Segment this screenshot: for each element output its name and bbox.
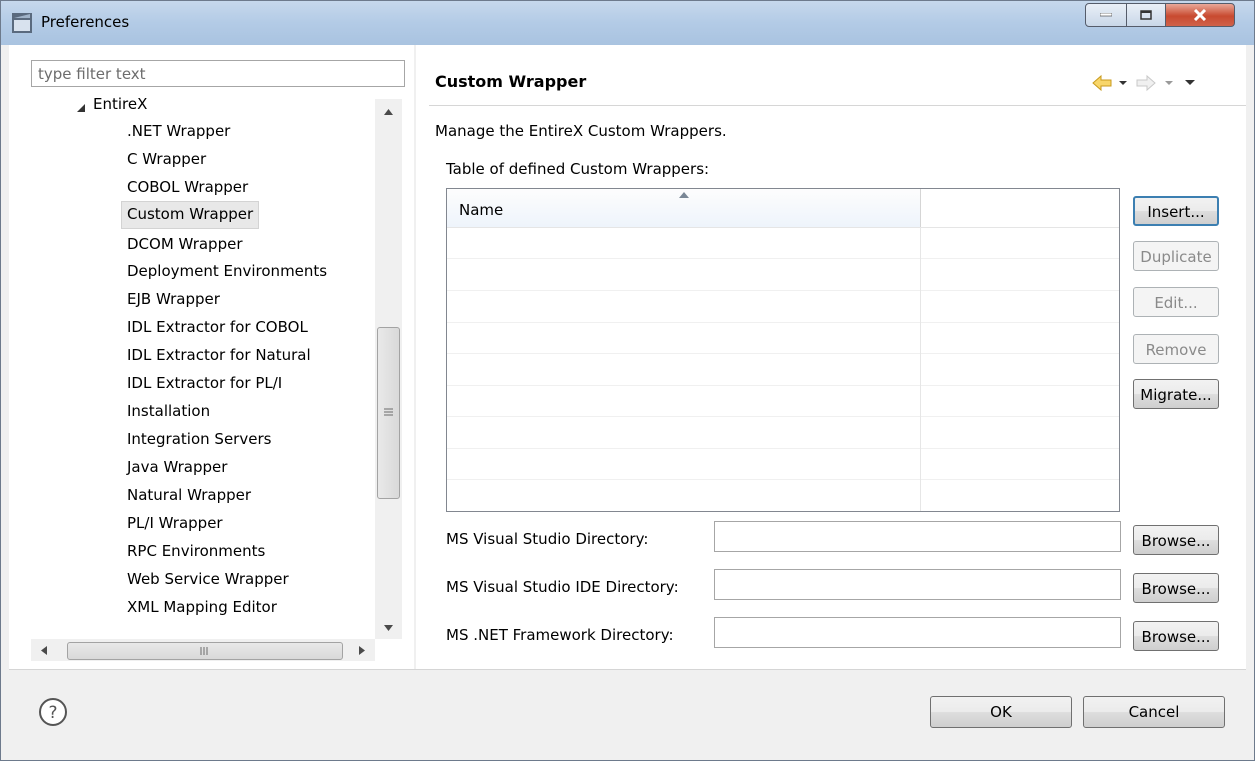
ms-visual-studio-directory-field[interactable] bbox=[714, 521, 1121, 552]
grip-icon bbox=[384, 408, 393, 416]
table-row bbox=[447, 322, 1119, 354]
ms-visual-studio-directory-label: MS Visual Studio Directory: bbox=[446, 530, 649, 548]
custom-wrappers-table[interactable]: Name bbox=[446, 188, 1120, 512]
horizontal-scroll-thumb[interactable] bbox=[67, 642, 343, 660]
page-description: Manage the EntireX Custom Wrappers. bbox=[435, 122, 727, 140]
scroll-up-arrow-icon[interactable] bbox=[384, 109, 393, 115]
ms-dotnet-framework-directory-field[interactable] bbox=[714, 617, 1121, 648]
column-header-name[interactable]: Name bbox=[447, 189, 921, 227]
tree-item-deployment-environments[interactable]: Deployment Environments bbox=[127, 258, 327, 284]
table-row bbox=[447, 385, 1119, 417]
maximize-icon bbox=[1140, 10, 1152, 20]
ms-visual-studio-ide-directory-field[interactable] bbox=[714, 569, 1121, 600]
tree-item-cobol-wrapper[interactable]: COBOL Wrapper bbox=[127, 174, 248, 200]
pane-divider[interactable] bbox=[414, 45, 416, 669]
ms-visual-studio-ide-directory-label: MS Visual Studio IDE Directory: bbox=[446, 578, 679, 596]
grip-icon bbox=[200, 647, 208, 655]
tree-item-custom-wrapper[interactable]: Custom Wrapper bbox=[121, 201, 260, 229]
table-row bbox=[447, 354, 1119, 386]
view-menu-icon[interactable] bbox=[1185, 80, 1195, 85]
page-title: Custom Wrapper bbox=[435, 72, 587, 91]
table-row bbox=[447, 417, 1119, 449]
page-navigation bbox=[1092, 74, 1195, 92]
table-row bbox=[447, 448, 1119, 480]
footer-separator bbox=[9, 669, 1246, 670]
scroll-left-arrow-icon[interactable] bbox=[41, 646, 47, 655]
preferences-window: Preferences EntireX .NET Wrapper C Wrapp… bbox=[0, 0, 1255, 761]
preferences-tree: EntireX .NET Wrapper C Wrapper COBOL Wra… bbox=[31, 91, 409, 665]
browse-visual-studio-ide-button[interactable]: Browse... bbox=[1133, 573, 1219, 603]
ok-button[interactable]: OK bbox=[930, 696, 1072, 728]
duplicate-button[interactable]: Duplicate bbox=[1133, 241, 1219, 271]
tree-item-xml-mapping-editor[interactable]: XML Mapping Editor bbox=[127, 594, 277, 620]
preferences-app-icon bbox=[12, 13, 32, 33]
tree-item-idl-extractor-natural[interactable]: IDL Extractor for Natural bbox=[127, 342, 311, 368]
table-row bbox=[447, 291, 1119, 323]
tree-item-natural-wrapper[interactable]: Natural Wrapper bbox=[127, 482, 251, 508]
tree-item-idl-extractor-cobol[interactable]: IDL Extractor for COBOL bbox=[127, 314, 308, 340]
expand-triangle-icon[interactable] bbox=[77, 104, 85, 112]
table-label: Table of defined Custom Wrappers: bbox=[446, 160, 710, 178]
tree-horizontal-scrollbar[interactable] bbox=[31, 639, 375, 661]
tree-vertical-scrollbar[interactable] bbox=[375, 99, 402, 639]
sort-ascending-icon bbox=[679, 192, 689, 198]
title-bar[interactable]: Preferences bbox=[1, 1, 1254, 45]
tree-item-pli-wrapper[interactable]: PL/I Wrapper bbox=[127, 510, 223, 536]
remove-button[interactable]: Remove bbox=[1133, 334, 1219, 364]
close-icon bbox=[1193, 9, 1207, 21]
svg-text:?: ? bbox=[48, 703, 57, 723]
close-button[interactable] bbox=[1165, 3, 1235, 27]
tree-item-java-wrapper[interactable]: Java Wrapper bbox=[127, 454, 227, 480]
tree-item-c-wrapper[interactable]: C Wrapper bbox=[127, 146, 206, 172]
insert-button[interactable]: Insert... bbox=[1133, 196, 1219, 226]
tree-item-entirex[interactable]: EntireX bbox=[93, 91, 147, 117]
tree-item-dotnet-wrapper[interactable]: .NET Wrapper bbox=[127, 118, 230, 144]
scroll-down-arrow-icon[interactable] bbox=[384, 625, 393, 631]
tree-item-rpc-environments[interactable]: RPC Environments bbox=[127, 538, 265, 564]
column-header-name-label: Name bbox=[459, 201, 504, 219]
tree-item-web-service-wrapper[interactable]: Web Service Wrapper bbox=[127, 566, 289, 592]
browse-dotnet-framework-button[interactable]: Browse... bbox=[1133, 621, 1219, 651]
table-row bbox=[447, 259, 1119, 291]
browse-visual-studio-button[interactable]: Browse... bbox=[1133, 525, 1219, 555]
table-row bbox=[447, 227, 1119, 259]
cancel-button[interactable]: Cancel bbox=[1083, 696, 1225, 728]
scroll-right-arrow-icon[interactable] bbox=[359, 646, 365, 655]
back-history-dropdown-icon[interactable] bbox=[1119, 81, 1127, 85]
minimize-button[interactable] bbox=[1085, 3, 1127, 27]
back-arrow-icon[interactable] bbox=[1092, 74, 1112, 92]
tree-item-ejb-wrapper[interactable]: EJB Wrapper bbox=[127, 286, 220, 312]
help-icon[interactable]: ? bbox=[38, 697, 68, 727]
tree-item-integration-servers[interactable]: Integration Servers bbox=[127, 426, 271, 452]
title-separator bbox=[429, 105, 1246, 106]
minimize-icon bbox=[1100, 13, 1112, 17]
tree-item-idl-extractor-pli[interactable]: IDL Extractor for PL/I bbox=[127, 370, 282, 396]
ms-dotnet-framework-directory-label: MS .NET Framework Directory: bbox=[446, 626, 674, 644]
forward-history-dropdown-icon[interactable] bbox=[1165, 81, 1173, 85]
vertical-scroll-thumb[interactable] bbox=[377, 327, 400, 499]
migrate-button[interactable]: Migrate... bbox=[1133, 379, 1219, 409]
column-separator bbox=[920, 227, 921, 511]
filter-input[interactable] bbox=[31, 60, 405, 87]
tree-item-installation[interactable]: Installation bbox=[127, 398, 210, 424]
dialog-content: EntireX .NET Wrapper C Wrapper COBOL Wra… bbox=[9, 45, 1246, 669]
window-title: Preferences bbox=[41, 13, 130, 31]
edit-button[interactable]: Edit... bbox=[1133, 287, 1219, 317]
table-header: Name bbox=[447, 189, 1119, 228]
forward-arrow-icon[interactable] bbox=[1136, 74, 1156, 92]
tree-item-dcom-wrapper[interactable]: DCOM Wrapper bbox=[127, 231, 243, 257]
maximize-button[interactable] bbox=[1126, 3, 1166, 27]
